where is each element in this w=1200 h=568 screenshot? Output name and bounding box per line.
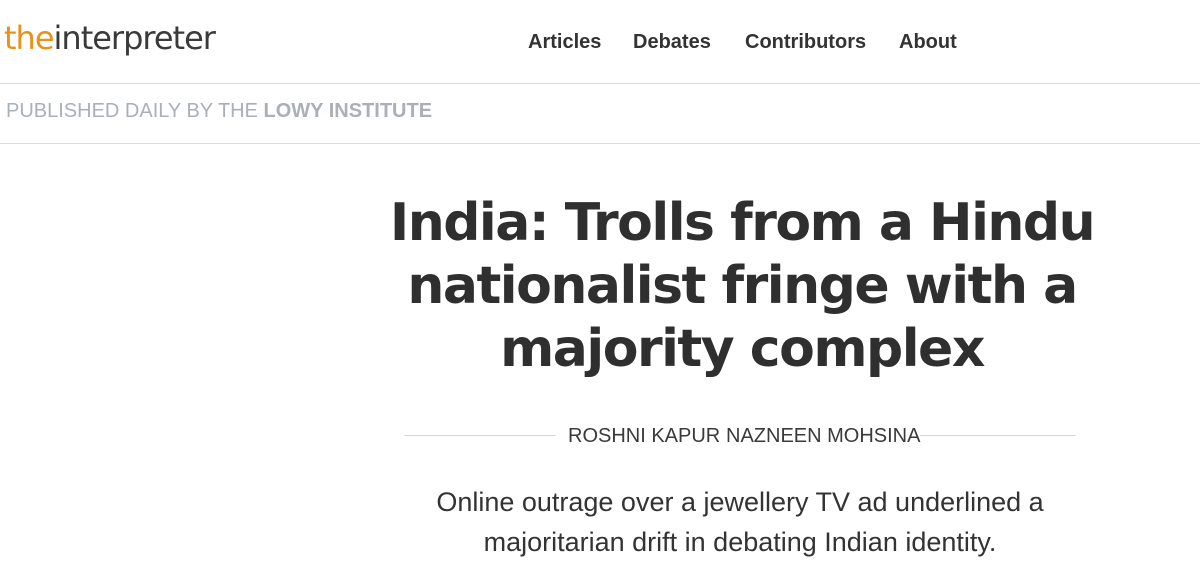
nav-item-contributors[interactable]: Contributors [745,28,866,56]
publisher-bar: PUBLISHED DAILY BY THE LOWY INSTITUTE [0,84,1200,144]
tagline-institute[interactable]: LOWY INSTITUTE [264,100,433,122]
nav-item-about[interactable]: About [899,28,957,56]
article-standfirst: Online outrage over a jewellery TV ad un… [436,487,1044,557]
nav-item-debates[interactable]: Debates [633,28,711,56]
site-header: theinterpreter Articles Debates Contribu… [0,0,1200,84]
main-nav: Articles Debates Contributors About [0,28,1200,56]
author-link[interactable]: NAZNEEN MOHSINA [726,424,920,448]
author-link[interactable]: ROSHNI KAPUR [568,424,720,448]
byline-divider-right [920,435,1076,436]
nav-item-articles[interactable]: Articles [528,28,601,56]
article-headline: India: Trolls from a Hindu nationalist f… [389,193,1096,379]
author-byline: ROSHNI KAPUR NAZNEEN MOHSINA [404,424,1076,448]
tagline-prefix: PUBLISHED DAILY BY THE [6,100,264,122]
publisher-tagline: PUBLISHED DAILY BY THE LOWY INSTITUTE [6,98,432,124]
byline-divider-left [404,435,556,436]
